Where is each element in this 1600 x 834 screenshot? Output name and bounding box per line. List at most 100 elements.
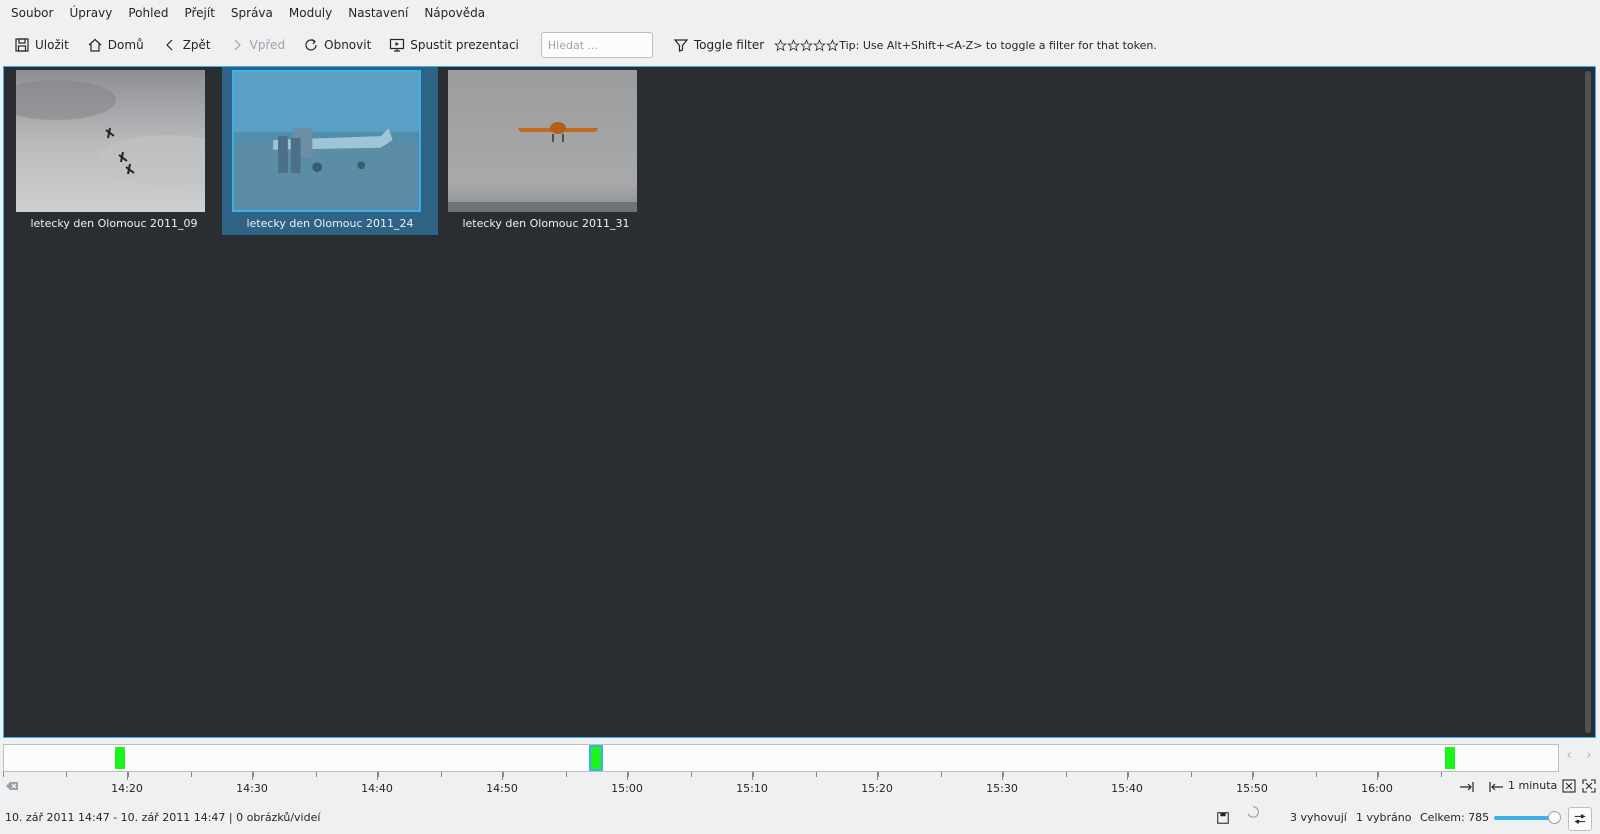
zoom-out-time-icon[interactable] xyxy=(1488,779,1504,795)
chevron-left-icon xyxy=(162,37,178,53)
axis-minor-tick xyxy=(941,772,942,777)
matching-count: 3 vyhovují xyxy=(1290,811,1347,824)
refresh-label: Obnovit xyxy=(324,38,372,52)
axis-label: 14:30 xyxy=(236,782,268,795)
toggle-filter-label: Toggle filter xyxy=(693,38,765,52)
axis-label: 15:20 xyxy=(861,782,893,795)
toolbar: Uložit Domů Zpět Vpřed Obnovit Spustit p… xyxy=(0,28,1600,62)
sliders-icon xyxy=(1574,814,1586,824)
axis-label: 16:00 xyxy=(1361,782,1393,795)
forward-button[interactable]: Vpřed xyxy=(223,32,292,58)
configure-button[interactable] xyxy=(1568,807,1592,831)
menu-pohled[interactable]: Pohled xyxy=(120,2,176,24)
axis-label: 15:00 xyxy=(611,782,643,795)
toggle-filter-button[interactable]: Toggle filter xyxy=(667,32,770,58)
menu-napoveda[interactable]: Nápověda xyxy=(416,2,493,24)
axis-minor-tick xyxy=(691,772,692,777)
save-icon xyxy=(14,37,30,53)
date-range-status: 10. zář 2011 14:47 - 10. zář 2011 14:47 … xyxy=(5,811,321,824)
star-3-icon[interactable] xyxy=(800,38,814,52)
star-1-icon[interactable] xyxy=(774,38,788,52)
thumbnail-view[interactable]: letecky den Olomouc 2011_09 letecky den … xyxy=(3,66,1596,738)
forward-label: Vpřed xyxy=(249,38,286,52)
filter-tip: Tip: Use Alt+Shift+<A-Z> to toggle a fil… xyxy=(839,38,1157,52)
axis-minor-tick xyxy=(628,772,629,777)
thumbnail-caption: letecky den Olomouc 2011_09 xyxy=(30,217,198,230)
axis-minor-tick xyxy=(3,772,4,777)
vertical-scrollbar[interactable] xyxy=(1585,71,1591,733)
total-count: Celkem: 785 xyxy=(1420,811,1490,824)
zoom-in-time-icon[interactable] xyxy=(1459,779,1475,795)
axis-minor-tick xyxy=(1191,772,1192,777)
status-bar: 10. zář 2011 14:47 - 10. zář 2011 14:47 … xyxy=(0,804,1600,832)
menu-sprava[interactable]: Správa xyxy=(223,2,281,24)
menu-bar: Soubor Úpravy Pohled Přejít Správa Modul… xyxy=(0,0,1600,26)
save-label: Uložit xyxy=(35,38,69,52)
thumbnail-image xyxy=(232,70,421,212)
home-label: Domů xyxy=(107,38,144,52)
axis-label: 14:20 xyxy=(111,782,143,795)
thumbnail-size-slider[interactable] xyxy=(1494,811,1561,824)
axis-minor-tick xyxy=(441,772,442,777)
menu-prejit[interactable]: Přejít xyxy=(176,2,222,24)
axis-minor-tick xyxy=(566,772,567,777)
search-input[interactable] xyxy=(540,32,653,58)
home-icon xyxy=(87,37,103,53)
refresh-icon xyxy=(303,37,319,53)
thumbnail-image xyxy=(448,70,637,212)
slider-handle[interactable] xyxy=(1548,811,1561,824)
menu-nastaveni[interactable]: Nastavení xyxy=(340,2,416,24)
timeline-axis: 14:20 14:30 14:40 14:50 15:00 15:10 15:2… xyxy=(3,772,1559,798)
rating-filter xyxy=(774,38,840,52)
star-2-icon[interactable] xyxy=(787,38,801,52)
axis-minor-tick xyxy=(66,772,67,777)
chevron-right-icon xyxy=(229,37,245,53)
axis-label: 15:10 xyxy=(736,782,768,795)
thumbnail-item-selected[interactable]: letecky den Olomouc 2011_24 xyxy=(222,67,438,235)
menu-upravy[interactable]: Úpravy xyxy=(61,2,120,24)
axis-minor-tick xyxy=(1441,772,1442,777)
axis-minor-tick xyxy=(1378,772,1379,777)
slideshow-button[interactable]: Spustit prezentaci xyxy=(383,32,525,58)
star-4-icon[interactable] xyxy=(813,38,827,52)
back-button[interactable]: Zpět xyxy=(156,32,217,58)
home-button[interactable]: Domů xyxy=(81,32,150,58)
clear-selection-icon[interactable] xyxy=(4,778,20,794)
axis-minor-tick xyxy=(1253,772,1254,777)
axis-label: 15:40 xyxy=(1111,782,1143,795)
slideshow-label: Spustit prezentaci xyxy=(410,38,519,52)
menu-moduly[interactable]: Moduly xyxy=(281,2,340,24)
fit-selection-icon[interactable] xyxy=(1561,778,1577,794)
axis-minor-tick xyxy=(1128,772,1129,777)
save-status-icon xyxy=(1217,812,1229,824)
timeline-scale: 1 minuta xyxy=(1508,779,1558,792)
timeline-marker-selected[interactable] xyxy=(589,745,603,771)
thumbnail-caption: letecky den Olomouc 2011_31 xyxy=(462,217,630,230)
fit-all-icon[interactable] xyxy=(1581,778,1597,794)
presentation-icon xyxy=(389,37,405,53)
axis-minor-tick xyxy=(1003,772,1004,777)
thumbnail-item[interactable]: letecky den Olomouc 2011_09 xyxy=(6,67,222,235)
axis-minor-tick xyxy=(878,772,879,777)
save-button[interactable]: Uložit xyxy=(8,32,75,58)
star-5-icon[interactable] xyxy=(826,38,840,52)
timeline-marker[interactable] xyxy=(115,747,125,769)
timeline-bar[interactable] xyxy=(3,744,1559,772)
refresh-button[interactable]: Obnovit xyxy=(297,32,377,58)
axis-label: 15:50 xyxy=(1236,782,1268,795)
thumbnail-item[interactable]: letecky den Olomouc 2011_31 xyxy=(438,67,654,235)
timeline-marker[interactable] xyxy=(1445,747,1455,769)
axis-minor-tick xyxy=(503,772,504,777)
axis-minor-tick xyxy=(816,772,817,777)
menu-soubor[interactable]: Soubor xyxy=(3,2,61,24)
axis-label: 14:50 xyxy=(486,782,518,795)
axis-minor-tick xyxy=(253,772,254,777)
timeline-next-icon[interactable]: › xyxy=(1581,748,1597,768)
thumbnail-image xyxy=(16,70,205,212)
axis-minor-tick xyxy=(1066,772,1067,777)
thumbnail-caption: letecky den Olomouc 2011_24 xyxy=(246,217,414,230)
filter-icon xyxy=(673,37,689,53)
selected-count: 1 vybráno xyxy=(1356,811,1412,824)
axis-minor-tick xyxy=(316,772,317,777)
timeline-prev-icon[interactable]: ‹ xyxy=(1561,748,1577,768)
